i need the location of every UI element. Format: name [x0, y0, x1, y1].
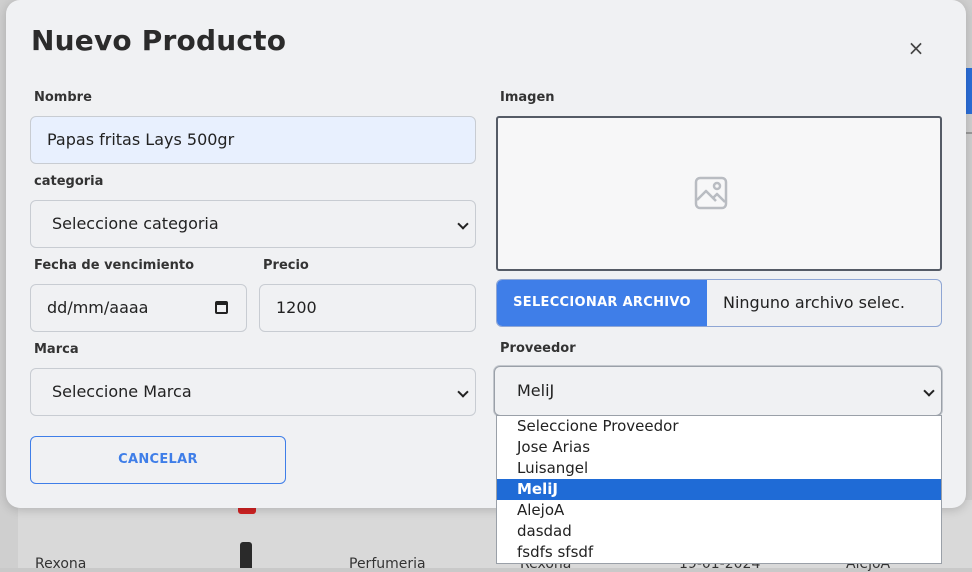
proveedor-option[interactable]: Luisangel: [497, 458, 941, 479]
categoria-label: categoria: [34, 174, 104, 189]
proveedor-option[interactable]: Jose Arias: [497, 437, 941, 458]
precio-label: Precio: [263, 258, 309, 273]
marca-value: Seleccione Marca: [52, 382, 192, 401]
chevron-down-icon: [923, 385, 935, 397]
file-input[interactable]: SELECCIONAR ARCHIVO Ninguno archivo sele…: [496, 279, 942, 327]
precio-input[interactable]: 1200: [259, 284, 476, 332]
proveedor-select[interactable]: MeliJ: [494, 366, 942, 416]
file-status: Ninguno archivo selec.: [723, 293, 905, 312]
imagen-label: Imagen: [500, 90, 555, 105]
fecha-label: Fecha de vencimiento: [34, 258, 195, 273]
calendar-icon[interactable]: [215, 301, 228, 314]
categoria-value: Seleccione categoria: [52, 214, 219, 233]
modal-title: Nuevo Producto: [31, 24, 287, 57]
fecha-vencimiento-input[interactable]: dd/mm/aaaa: [30, 284, 247, 332]
precio-value: 1200: [276, 298, 317, 317]
marca-label: Marca: [34, 342, 79, 357]
proveedor-option[interactable]: fsdfs sfsdf: [497, 542, 941, 563]
proveedor-dropdown: Seleccione Proveedor Jose Arias Luisange…: [496, 415, 942, 564]
chevron-down-icon: [457, 218, 469, 230]
background-cell: Rexona: [35, 556, 87, 572]
select-file-button[interactable]: SELECCIONAR ARCHIVO: [497, 280, 707, 326]
nombre-input[interactable]: Papas fritas Lays 500gr: [30, 116, 476, 164]
nombre-label: Nombre: [34, 90, 92, 105]
proveedor-option[interactable]: dasdad: [497, 521, 941, 542]
close-icon: ×: [907, 36, 925, 60]
proveedor-option-selected[interactable]: MeliJ: [497, 479, 941, 500]
background-divider: [966, 132, 972, 134]
close-button[interactable]: ×: [904, 36, 928, 60]
categoria-select[interactable]: Seleccione categoria: [30, 200, 476, 248]
proveedor-option[interactable]: Seleccione Proveedor: [497, 416, 941, 437]
proveedor-value: MeliJ: [517, 381, 555, 400]
proveedor-option[interactable]: AlejoA: [497, 500, 941, 521]
cancel-button[interactable]: CANCELAR: [30, 436, 286, 484]
nombre-value: Papas fritas Lays 500gr: [47, 130, 235, 149]
background-cell: Perfumeria: [349, 556, 426, 572]
fecha-placeholder: dd/mm/aaaa: [47, 298, 149, 317]
marca-select[interactable]: Seleccione Marca: [30, 368, 476, 416]
image-preview: [496, 116, 942, 271]
proveedor-label: Proveedor: [500, 341, 576, 356]
image-icon: [694, 176, 728, 210]
background-product-thumb: [240, 542, 252, 568]
chevron-down-icon: [457, 386, 469, 398]
background-button-edge: [966, 68, 972, 114]
